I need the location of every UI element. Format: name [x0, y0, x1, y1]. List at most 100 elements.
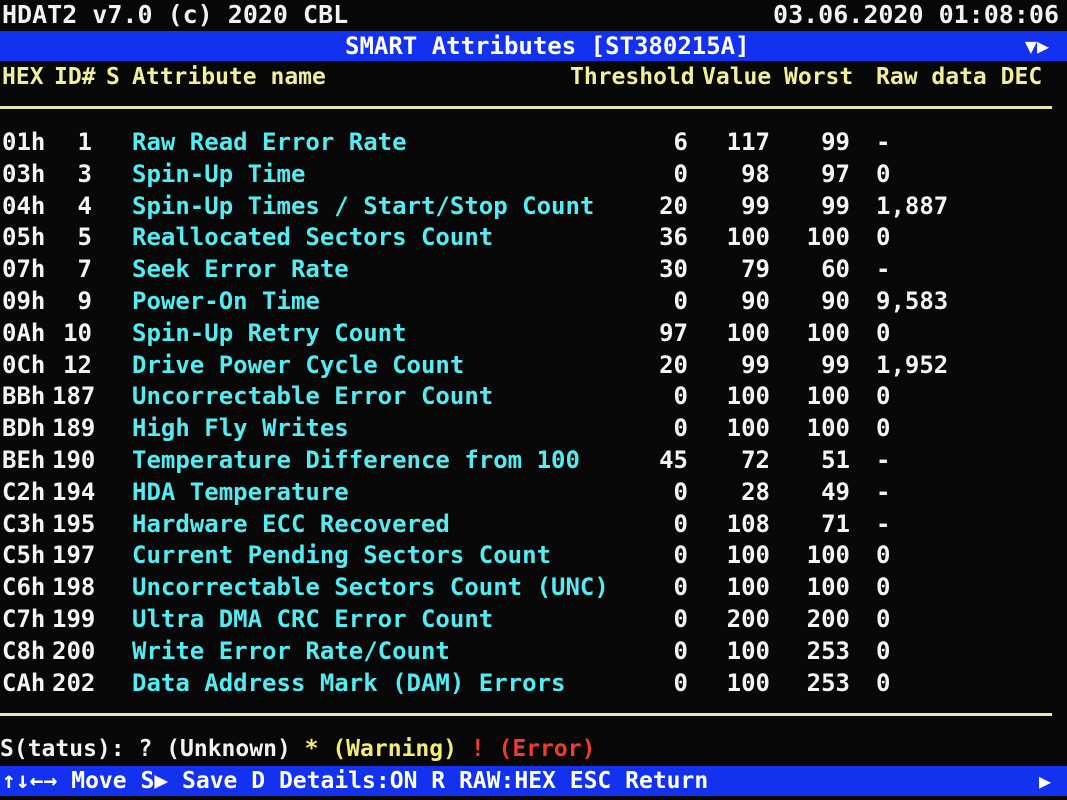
table-row[interactable]: 05h 5 Reallocated Sectors Count 36 100 100 0 [0, 221, 1067, 253]
next-arrow-icon[interactable]: ▶ [1039, 766, 1051, 796]
attr-hex: CAh [2, 668, 46, 697]
attr-value: 100 [726, 541, 770, 570]
attr-id: 10 [63, 318, 92, 347]
attr-threshold: 0 [673, 414, 688, 443]
scroll-down-icon[interactable]: ▼▶ [1025, 31, 1049, 61]
table-row[interactable]: C7h 199 Ultra DMA CRC Error Count 0 200 200 0 [0, 603, 1067, 635]
table-row[interactable]: C5h 197 Current Pending Sectors Count 0 100 1… [0, 539, 1067, 571]
attr-name: Spin-Up Time [132, 159, 306, 188]
attr-hex: C2h [2, 477, 46, 506]
table-row[interactable]: BDh 189 High Fly Writes 0 100 100 0 [0, 412, 1067, 444]
attr-id: 4 [77, 191, 92, 220]
attr-name: Write Error Rate/Count [132, 636, 450, 665]
attr-worst: 60 [821, 255, 850, 284]
attr-name: Ultra DMA CRC Error Count [132, 604, 494, 633]
attr-name: Raw Read Error Rate [132, 128, 407, 156]
attr-threshold: 45 [659, 445, 688, 474]
attr-id: 198 [52, 573, 96, 602]
attr-worst: 100 [806, 318, 850, 347]
table-row[interactable]: BBh 187 Uncorrectable Error Count 0 100 100 0 [0, 380, 1067, 412]
table-row[interactable]: 01h 1 Raw Read Error Rate 6 117 99- [0, 126, 1067, 158]
attr-worst: 49 [821, 477, 850, 506]
table-row[interactable]: 04h 4 Spin-Up Times / Start/Stop Count 20 99… [0, 190, 1067, 222]
attr-value: 117 [726, 128, 770, 156]
table-row[interactable]: C6h 198 Uncorrectable Sectors Count (UNC) 0… [0, 571, 1067, 603]
attr-id: 200 [52, 636, 96, 665]
header-divider [0, 106, 1052, 109]
attr-value: 90 [741, 286, 770, 315]
attr-raw: 1,952 [876, 350, 949, 379]
attr-hex: BEh [2, 445, 46, 474]
attr-raw: 0 [876, 636, 891, 665]
attr-hex: C5h [2, 541, 46, 570]
attr-raw: 0 [876, 668, 891, 697]
attr-hex: 0Ch [2, 350, 46, 379]
attr-value: 100 [726, 223, 770, 252]
attr-hex: BDh [2, 414, 46, 443]
attr-hex: 04h [2, 191, 46, 220]
attr-raw: - [876, 255, 891, 284]
column-header-hex: HEX [2, 64, 44, 90]
attr-hex: C3h [2, 509, 46, 538]
attr-raw: 0 [876, 318, 891, 347]
attr-value: 99 [741, 191, 770, 220]
column-header-raw: Raw data DEC [876, 64, 1043, 90]
attr-threshold: 30 [659, 255, 688, 284]
attr-value: 100 [726, 318, 770, 347]
attr-threshold: 97 [659, 318, 688, 347]
table-row[interactable]: C2h 194 HDA Temperature 0 28 49- [0, 476, 1067, 508]
attr-raw: 0 [876, 604, 891, 633]
attr-raw: 0 [876, 414, 891, 443]
table-row[interactable]: 07h 7 Seek Error Rate 30 79 60- [0, 253, 1067, 285]
attr-raw: - [876, 509, 891, 538]
table-row[interactable]: 09h 9 Power-On Time 0 90 90 9,583 [0, 285, 1067, 317]
table-row[interactable]: C3h 195 Hardware ECC Recovered 0 108 71- [0, 508, 1067, 540]
legend-warning: * (Warning) [304, 736, 471, 762]
attr-hex: 01h [2, 128, 46, 156]
attr-raw: 1,887 [876, 191, 949, 220]
attr-id: 1 [77, 128, 92, 156]
attr-threshold: 0 [673, 159, 688, 188]
table-row[interactable]: BEh 190 Temperature Difference from 100 45 7… [0, 444, 1067, 476]
attr-name: High Fly Writes [132, 414, 349, 443]
attr-name: Reallocated Sectors Count [132, 223, 494, 252]
attr-id: 197 [52, 541, 96, 570]
attr-id: 202 [52, 668, 96, 697]
attr-name: Uncorrectable Sectors Count (UNC) [132, 573, 609, 602]
table-row[interactable]: 0Ch 12 Drive Power Cycle Count 20 99 99 1,952 [0, 349, 1067, 381]
legend-error: ! (Error) [470, 736, 596, 762]
attr-threshold: 0 [673, 382, 688, 411]
attr-id: 5 [77, 223, 92, 252]
attr-id: 190 [52, 445, 96, 474]
attr-worst: 71 [821, 509, 850, 538]
table-row[interactable]: CAh 202 Data Address Mark (DAM) Errors 0 100… [0, 667, 1067, 699]
attr-threshold: 20 [659, 350, 688, 379]
attr-value: 100 [726, 636, 770, 665]
attr-id: 7 [77, 255, 92, 284]
datetime: 03.06.2020 01:08:06 [773, 0, 1059, 29]
attr-value: 28 [741, 477, 770, 506]
key-hints: ↑↓←→ Move S▶ Save D Details:ON R RAW:HEX… [2, 768, 709, 794]
attr-name: Hardware ECC Recovered [132, 509, 450, 538]
attr-worst: 100 [806, 541, 850, 570]
table-row[interactable]: 03h 3 Spin-Up Time 0 98 97 0 [0, 158, 1067, 190]
table-row[interactable]: 0Ah 10 Spin-Up Retry Count 97 100 100 0 [0, 317, 1067, 349]
column-header-threshold: Threshold [570, 64, 695, 90]
attr-hex: 03h [2, 159, 46, 188]
attr-threshold: 0 [673, 604, 688, 633]
attr-hex: 07h [2, 255, 46, 284]
column-header-status: S [106, 64, 120, 90]
attributes-table: 01h 1 Raw Read Error Rate 6 117 99-03h 3 Spin-U… [0, 126, 1067, 698]
attr-worst: 97 [821, 159, 850, 188]
attr-hex: 05h [2, 223, 46, 252]
attr-name: Uncorrectable Error Count [132, 382, 494, 411]
column-header-id: ID# [54, 64, 96, 90]
attr-name: Drive Power Cycle Count [132, 350, 465, 379]
attr-value: 108 [726, 509, 770, 538]
attr-threshold: 0 [673, 668, 688, 697]
attr-worst: 99 [821, 191, 850, 220]
attr-id: 199 [52, 604, 96, 633]
attr-value: 72 [741, 445, 770, 474]
table-row[interactable]: C8h 200 Write Error Rate/Count 0 100 253 0 [0, 635, 1067, 667]
attr-threshold: 0 [673, 477, 688, 506]
